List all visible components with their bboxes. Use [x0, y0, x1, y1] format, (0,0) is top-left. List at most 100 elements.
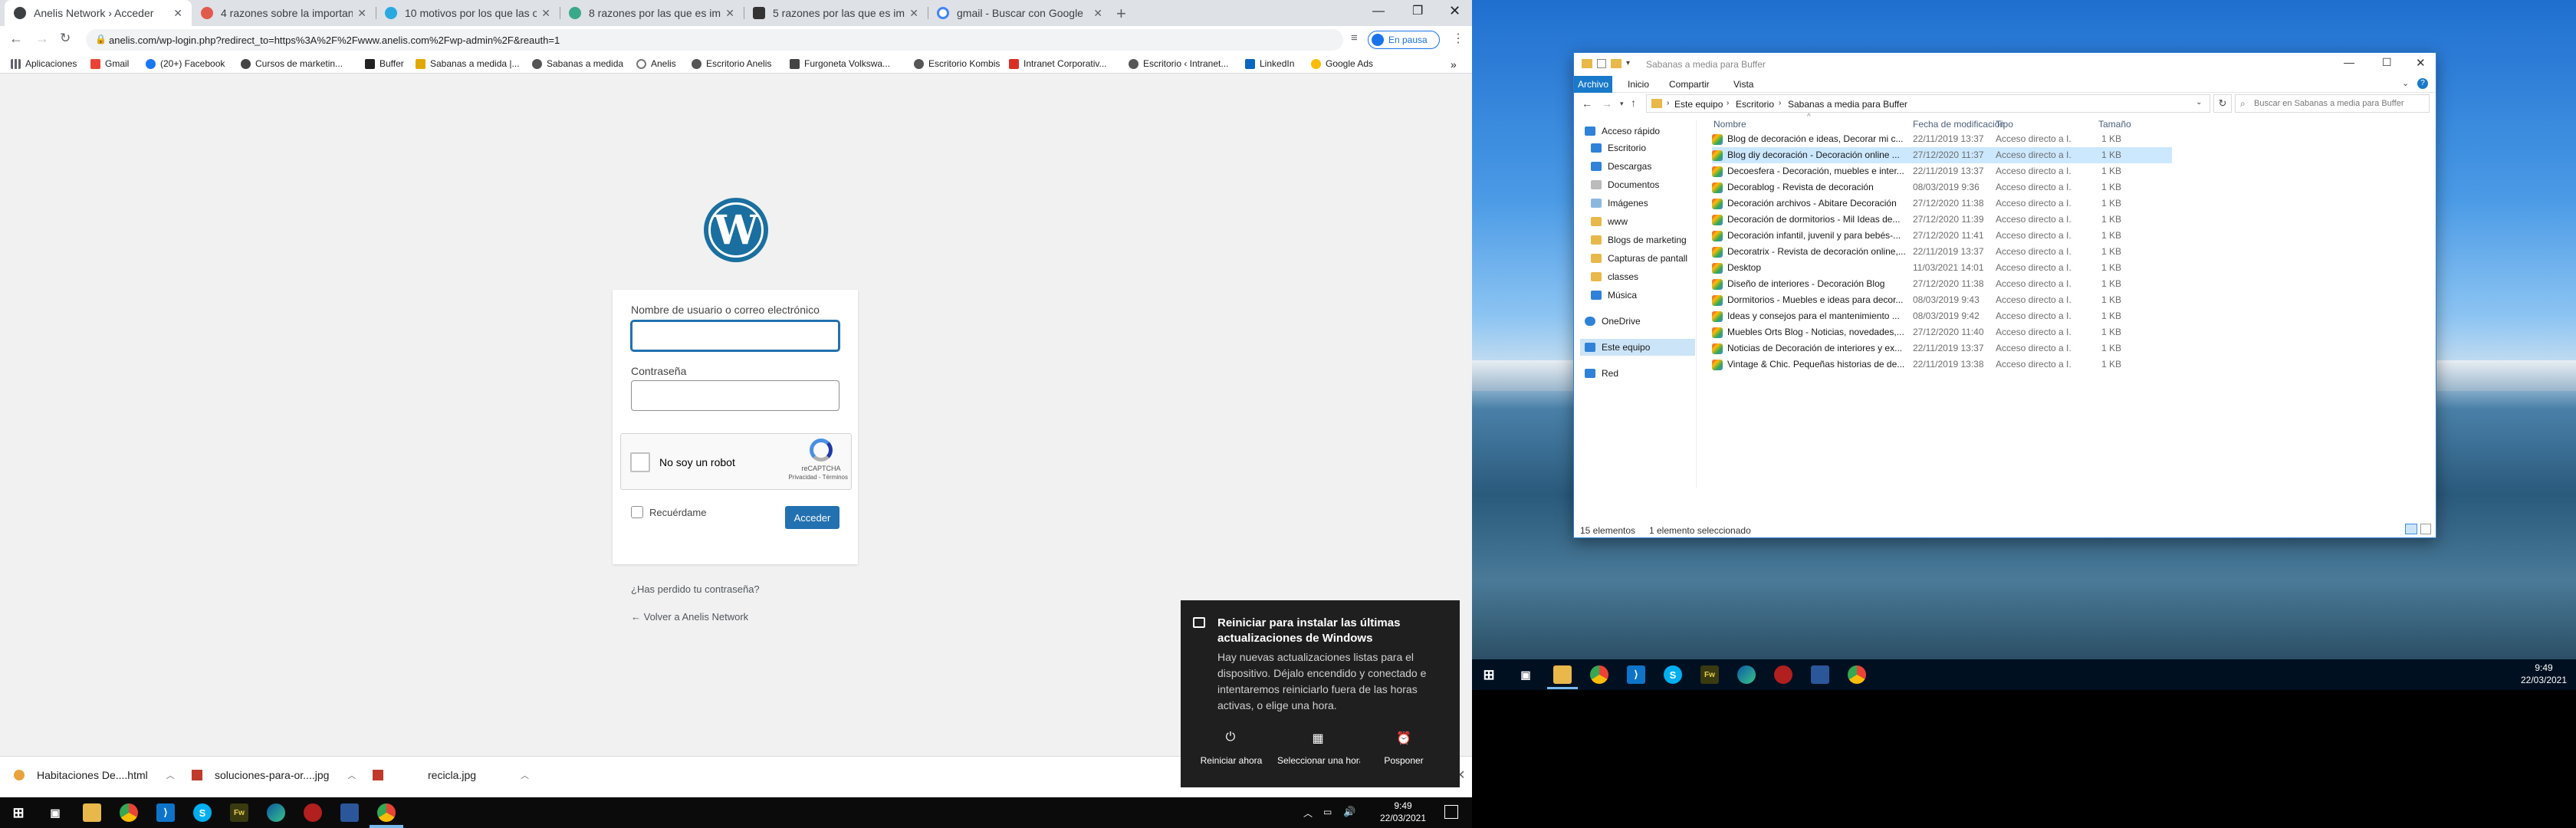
- new-tab-icon[interactable]: +: [1116, 4, 1126, 24]
- chrome-icon[interactable]: [120, 803, 138, 822]
- tab-0[interactable]: Anelis Network › Acceder ✕: [5, 0, 192, 26]
- new-folder-icon[interactable]: [1611, 59, 1622, 68]
- bookmark-buffer[interactable]: Buffer: [365, 58, 404, 69]
- nav-capturas[interactable]: Capturas de pantall: [1591, 250, 1687, 267]
- file-row[interactable]: Dormitorios - Muebles e ideas para decor…: [1712, 292, 2172, 308]
- volume-icon[interactable]: 🔊: [1343, 806, 1355, 818]
- bookmark-intranet[interactable]: Intranet Corporativ...: [1009, 58, 1107, 69]
- fireworks-icon[interactable]: Fw: [230, 803, 248, 822]
- bookmark-gmail[interactable]: Gmail: [90, 58, 129, 69]
- file-row[interactable]: Ideas y consejos para el mantenimiento .…: [1712, 308, 2172, 324]
- address-bar[interactable]: › Este equipo › Escritorio › Sabanas a m…: [1646, 94, 2210, 113]
- chevron-up-icon[interactable]: ︿: [347, 769, 356, 781]
- tab-4[interactable]: 5 razones por las que es importa ✕: [744, 0, 928, 26]
- close-tab-icon[interactable]: ✕: [1093, 7, 1102, 20]
- search-input[interactable]: ⌕ Buscar en Sabanas a media para Buffer: [2235, 94, 2430, 113]
- forward-icon[interactable]: →: [35, 31, 49, 47]
- network-icon[interactable]: ▭: [1323, 807, 1332, 817]
- app-red-icon[interactable]: [304, 803, 322, 822]
- bookmark-furgoneta[interactable]: Furgoneta Volkswa...: [790, 58, 890, 69]
- task-view-icon[interactable]: ▣: [1516, 665, 1535, 684]
- close-tab-icon[interactable]: ✕: [173, 7, 182, 20]
- file-row[interactable]: Decoración de dormitorios - Mil Ideas de…: [1712, 212, 2172, 228]
- skype-icon[interactable]: S: [1664, 665, 1682, 684]
- reload-icon[interactable]: ↻: [60, 31, 71, 46]
- properties-icon[interactable]: [1597, 59, 1606, 68]
- file-explorer-icon[interactable]: [83, 803, 101, 822]
- restart-now-button[interactable]: Reiniciar ahora: [1185, 755, 1277, 766]
- chrome-active-icon[interactable]: [377, 803, 396, 822]
- breadcrumb-current-folder[interactable]: Sabanas a media para Buffer: [1788, 99, 1907, 110]
- remember-checkbox[interactable]: [631, 506, 643, 518]
- chrome-icon[interactable]: [1590, 665, 1608, 684]
- tab-5[interactable]: gmail - Buscar con Google ✕: [928, 0, 1112, 26]
- file-row[interactable]: Decoratrix - Revista de decoración onlin…: [1712, 244, 2172, 260]
- select-time-button[interactable]: Seleccionar una hora: [1277, 755, 1360, 766]
- skype-icon[interactable]: S: [193, 803, 212, 822]
- nav-blogs[interactable]: Blogs de marketing: [1591, 232, 1687, 248]
- bookmark-kombis[interactable]: Escritorio Kombis: [914, 58, 1000, 69]
- nav-descargas[interactable]: Descargas: [1591, 158, 1651, 175]
- bookmark-facebook[interactable]: (20+) Facebook: [146, 58, 225, 69]
- app-red-icon[interactable]: [1774, 665, 1792, 684]
- column-size[interactable]: Tamaño: [2098, 119, 2131, 130]
- postpone-button[interactable]: Posponer: [1369, 755, 1438, 766]
- bookmark-escritorio-intranet[interactable]: Escritorio ‹ Intranet...: [1129, 58, 1228, 69]
- download-item[interactable]: Habitaciones De....html ︿: [14, 769, 175, 781]
- help-icon[interactable]: ?: [2417, 78, 2428, 89]
- up-icon[interactable]: ↑: [1631, 97, 1636, 109]
- close-window-icon[interactable]: ✕: [2416, 56, 2426, 70]
- file-row[interactable]: Blog diy decoración - Decoración online …: [1712, 147, 2172, 163]
- column-name[interactable]: Nombre: [1714, 119, 1746, 130]
- more-bookmarks-icon[interactable]: »: [1451, 58, 1457, 71]
- tray-chevron-icon[interactable]: ︿: [1303, 807, 1313, 820]
- recaptcha-privacy-links[interactable]: Privacidad - Términos: [779, 474, 848, 481]
- breadcrumb-este-equipo[interactable]: Este equipo: [1674, 99, 1723, 110]
- bookmark-cursos[interactable]: Cursos de marketin...: [241, 58, 343, 69]
- bookmark-linkedin[interactable]: LinkedIn: [1245, 58, 1294, 69]
- back-to-site-link[interactable]: ← Volver a Anelis Network: [631, 611, 748, 623]
- nav-www[interactable]: www: [1591, 213, 1628, 230]
- address-dropdown-icon[interactable]: ⌄: [2196, 98, 2202, 107]
- file-row[interactable]: Decoración archivos - Abitare Decoración…: [1712, 196, 2172, 212]
- download-item[interactable]: soluciones-para-or....jpg ︿: [192, 769, 356, 781]
- login-submit-button[interactable]: Acceder: [785, 506, 840, 529]
- start-windows-icon[interactable]: ⊞: [1480, 665, 1498, 684]
- word-document-icon[interactable]: [340, 803, 359, 822]
- refresh-icon[interactable]: ↻: [2213, 94, 2232, 113]
- playlist-icon[interactable]: ≡: [1351, 31, 1358, 44]
- chevron-up-icon[interactable]: ︿: [166, 769, 175, 781]
- column-date[interactable]: Fecha de modificación: [1913, 119, 2005, 130]
- profile-paused-chip[interactable]: En pausa: [1368, 31, 1440, 49]
- vscode-icon[interactable]: ⟩: [156, 803, 175, 822]
- ribbon-tab-compartir[interactable]: Compartir: [1669, 79, 1710, 90]
- bookmark-anelis[interactable]: Anelis: [636, 58, 676, 69]
- word-document-icon[interactable]: [1811, 665, 1829, 684]
- file-explorer-icon[interactable]: [1553, 665, 1572, 684]
- wordpress-logo-icon[interactable]: W: [704, 198, 768, 262]
- nav-este-equipo[interactable]: Este equipo: [1580, 339, 1695, 356]
- ribbon-tab-inicio[interactable]: Inicio: [1628, 79, 1649, 90]
- back-icon[interactable]: ←: [9, 31, 23, 47]
- nav-escritorio[interactable]: Escritorio: [1591, 140, 1646, 156]
- ribbon-tab-archivo[interactable]: Archivo: [1574, 76, 1612, 93]
- bookmark-sabanas-2[interactable]: Sabanas a medida: [532, 58, 623, 69]
- close-tab-icon[interactable]: ✕: [909, 7, 918, 20]
- chevron-up-icon[interactable]: ︿: [521, 769, 529, 781]
- nav-imagenes[interactable]: Imágenes: [1591, 195, 1648, 212]
- omnibox[interactable]: 🔒 anelis.com/wp-login.php?redirect_to=ht…: [86, 29, 1343, 51]
- clock-time[interactable]: 9:49: [2515, 662, 2573, 673]
- tab-1[interactable]: 4 razones sobre la importancia de ✕: [192, 0, 376, 26]
- bookmark-google-ads[interactable]: Google Ads: [1311, 58, 1373, 69]
- quick-access-toolbar-dropdown-icon[interactable]: ▾: [1626, 59, 1630, 67]
- nav-red[interactable]: Red: [1585, 365, 1618, 382]
- column-type[interactable]: Tipo: [1996, 119, 2013, 130]
- file-row[interactable]: Decoración infantil, juvenil y para bebé…: [1712, 228, 2172, 244]
- file-row[interactable]: Noticias de Decoración de interiores y e…: [1712, 340, 2172, 356]
- bookmark-apps[interactable]: Aplicaciones: [11, 58, 77, 69]
- file-row[interactable]: Desktop 11/03/2021 14:01 Acceso directo a …: [1712, 260, 2172, 276]
- tab-3[interactable]: 8 razones por las que es importa ✕: [560, 0, 744, 26]
- notification-center-icon[interactable]: [1444, 805, 1458, 819]
- nav-quick-access[interactable]: Acceso rápido: [1585, 123, 1660, 140]
- password-input[interactable]: [631, 380, 840, 411]
